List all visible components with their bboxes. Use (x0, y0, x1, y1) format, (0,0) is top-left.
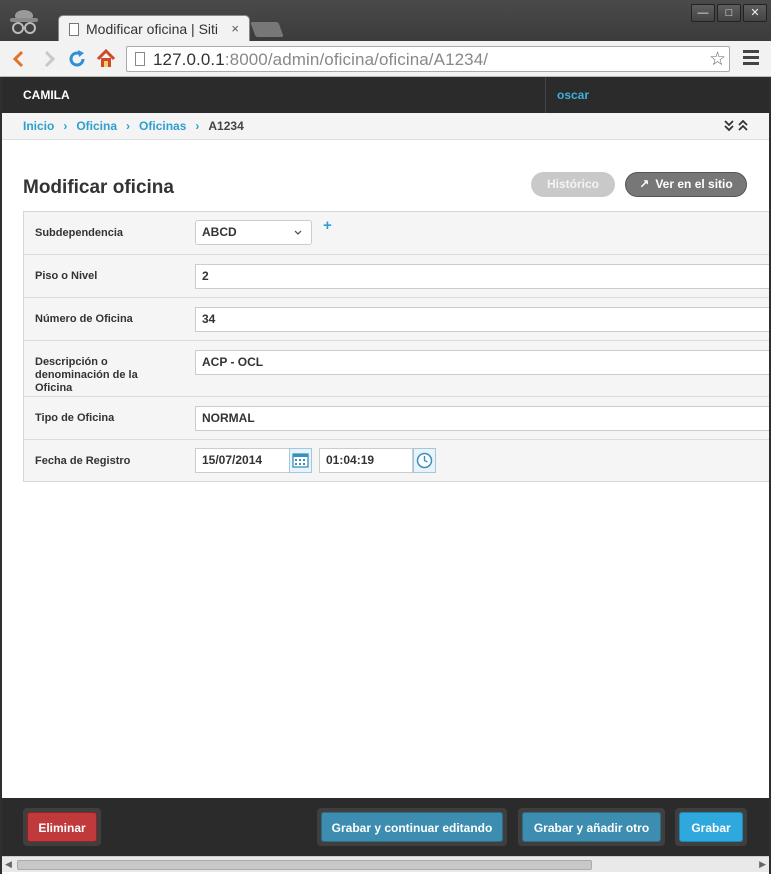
tab-strip: Modificar oficina | Siti × — □ ✕ (0, 0, 771, 43)
back-icon[interactable] (8, 48, 30, 70)
view-on-site-label: Ver en el sitio (655, 177, 733, 191)
descripcion-field[interactable]: ACP - OCL (195, 350, 769, 375)
piso-field[interactable]: 2 (195, 264, 769, 289)
breadcrumb-inicio[interactable]: Inicio (23, 119, 54, 133)
incognito-icon (10, 10, 38, 34)
numero-label: Número de Oficina (35, 313, 133, 325)
browser-toolbar: 127.0.0.1:8000/admin/oficina/oficina/A12… (0, 41, 771, 77)
breadcrumb-current: A1234 (208, 119, 244, 133)
clock-button[interactable] (413, 448, 436, 473)
clock-icon (416, 452, 433, 469)
url-text: 127.0.0.1:8000/admin/oficina/oficina/A12… (153, 50, 488, 70)
view-on-site-button[interactable]: ↗ Ver en el sitio (625, 172, 747, 197)
calendar-button[interactable] (289, 448, 312, 473)
save-continue-button[interactable]: Grabar y continuar editando (321, 812, 503, 842)
breadcrumb: Inicio › Oficina › Oficinas › A1234 (2, 113, 769, 140)
history-button[interactable]: Histórico (531, 172, 615, 197)
tab-title: Modificar oficina | Siti (86, 21, 219, 37)
browser-tab[interactable]: Modificar oficina | Siti × (58, 15, 250, 43)
site-brand[interactable]: CAMILA (23, 88, 70, 102)
save-frame: Grabar (675, 808, 747, 846)
tipo-label: Tipo de Oficina (35, 412, 115, 424)
forward-icon[interactable] (38, 48, 60, 70)
page-title: Modificar oficina (23, 177, 174, 198)
form-row-piso: Piso o Nivel 2 (24, 255, 769, 298)
bookmark-star-icon[interactable]: ☆ (709, 48, 726, 71)
breadcrumb-separator: › (63, 119, 68, 133)
piso-label: Piso o Nivel (35, 270, 98, 282)
save-add-another-button[interactable]: Grabar y añadir otro (522, 812, 661, 842)
external-link-icon: ↗ (639, 177, 650, 191)
page-icon (69, 23, 79, 36)
form-row-numero: Número de Oficina 34 (24, 298, 769, 341)
chevron-down-icon (294, 230, 302, 235)
scroll-right-icon[interactable]: ▶ (759, 859, 766, 870)
delete-button-frame: Eliminar (23, 808, 101, 846)
calendar-icon (292, 453, 309, 468)
user-menu[interactable]: oscar (545, 77, 769, 113)
descripcion-label: Descripción o denominación de la Oficina (35, 356, 138, 394)
maximize-button[interactable]: □ (717, 4, 741, 22)
submit-row: Eliminar Grabar y continuar editando Gra… (2, 798, 769, 856)
subdependencia-value: ABCD (202, 225, 237, 239)
close-window-button[interactable]: ✕ (743, 4, 767, 22)
save-add-frame: Grabar y añadir otro (518, 808, 665, 846)
add-subdependencia-icon[interactable]: + (323, 217, 332, 234)
save-continue-frame: Grabar y continuar editando (317, 808, 507, 846)
fecha-label: Fecha de Registro (35, 455, 131, 467)
page-info-icon[interactable] (135, 52, 145, 66)
scrollbar-thumb[interactable] (17, 860, 592, 870)
tipo-field[interactable]: NORMAL (195, 406, 769, 431)
form-row-descripcion: Descripción o denominación de la Oficina… (24, 341, 769, 397)
numero-field[interactable]: 34 (195, 307, 769, 332)
form-row-subdependencia: Subdependencia ABCD + (24, 212, 769, 255)
oficina-form: Subdependencia ABCD + Piso o Nivel 2 Núm… (23, 211, 769, 482)
home-icon[interactable] (95, 48, 117, 70)
date-field[interactable]: 15/07/2014 (195, 448, 290, 473)
minimize-button[interactable]: — (691, 4, 715, 22)
reload-icon[interactable] (66, 48, 88, 70)
horizontal-scrollbar[interactable]: ◀ ▶ (2, 856, 769, 872)
time-field[interactable]: 01:04:19 (319, 448, 413, 473)
form-row-tipo: Tipo de Oficina NORMAL (24, 397, 769, 440)
new-tab-button[interactable] (250, 22, 284, 37)
site-header: CAMILA oscar (2, 77, 769, 113)
delete-button[interactable]: Eliminar (27, 812, 97, 842)
breadcrumb-separator: › (126, 119, 131, 133)
breadcrumb-oficinas[interactable]: Oficinas (139, 119, 186, 133)
scroll-left-icon[interactable]: ◀ (5, 859, 12, 870)
window-controls: — □ ✕ (691, 4, 767, 22)
browser-window: Modificar oficina | Siti × — □ ✕ 127.0.0… (0, 0, 771, 874)
form-row-fecha: Fecha de Registro 15/07/2014 01:04:19 (24, 440, 769, 481)
tab-close-icon[interactable]: × (231, 21, 239, 36)
address-bar[interactable]: 127.0.0.1:8000/admin/oficina/oficina/A12… (126, 46, 730, 72)
url-host: 127.0.0.1 (153, 50, 225, 69)
subdependencia-select[interactable]: ABCD (195, 220, 312, 245)
save-button[interactable]: Grabar (679, 812, 743, 842)
subdependencia-label: Subdependencia (35, 227, 124, 239)
admin-page: CAMILA oscar Inicio › Oficina › Oficinas… (2, 77, 769, 874)
username[interactable]: oscar (557, 88, 589, 102)
url-path: :8000/admin/oficina/oficina/A1234/ (224, 50, 489, 69)
breadcrumb-oficina[interactable]: Oficina (76, 119, 117, 133)
collapse-expand-icon[interactable] (723, 118, 751, 134)
breadcrumb-separator: › (195, 119, 200, 133)
browser-menu-icon[interactable] (743, 50, 759, 68)
